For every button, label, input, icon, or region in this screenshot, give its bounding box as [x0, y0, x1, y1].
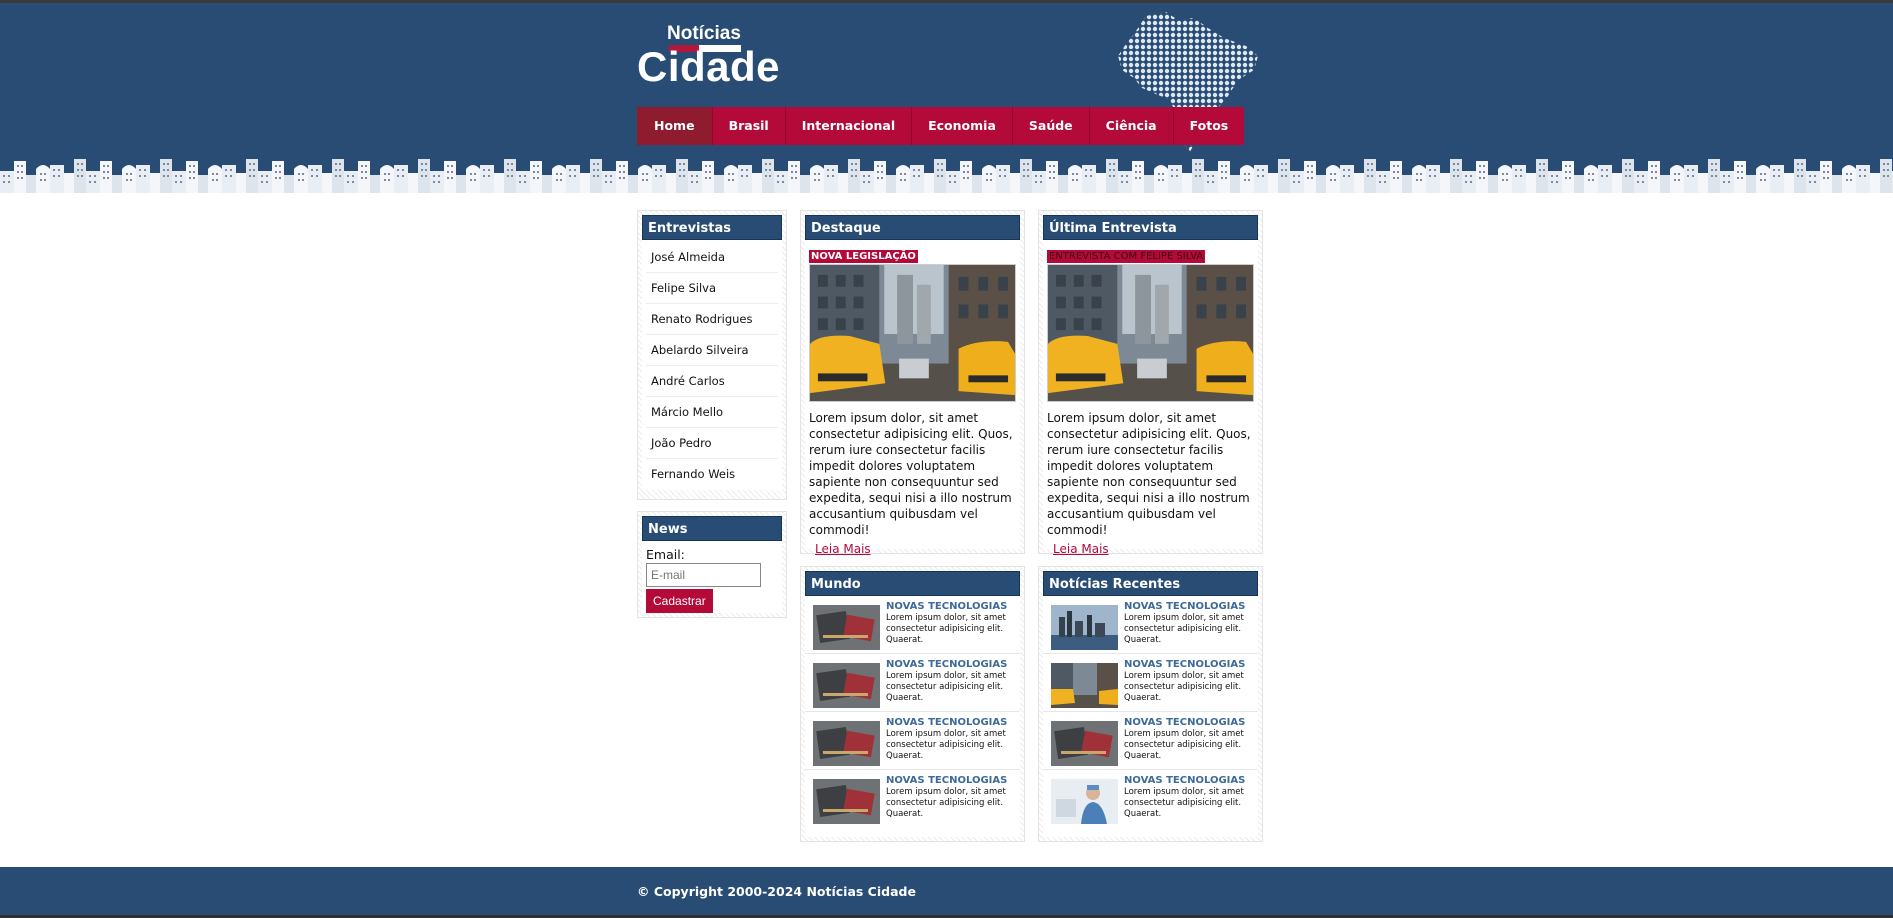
last-interview-text: Lorem ipsum dolor, sit amet consectetur …: [1047, 411, 1251, 537]
highlight-title: Destaque: [805, 215, 1020, 240]
interviews-list: José Almeida Felipe Silva Renato Rodrigu…: [642, 240, 782, 490]
city-skyline-illustration: [0, 153, 1893, 193]
last-interview-tag: ENTREVISTA COM FELIPE SILVA: [1047, 250, 1206, 263]
item-title[interactable]: NOVAS TECNOLOGIAS: [1124, 775, 1254, 786]
list-item[interactable]: Abelardo Silveira: [646, 335, 778, 366]
taxi-street-photo[interactable]: [809, 264, 1016, 402]
interviews-title: Entrevistas: [642, 215, 782, 240]
list-item[interactable]: Márcio Mello: [646, 397, 778, 428]
item-desc: Lorem ipsum dolor, sit amet consectetur …: [1124, 787, 1244, 819]
world-box: Mundo NOVAS TECNOLOGIAS Lorem ipsum dolo…: [800, 566, 1025, 842]
site-logo[interactable]: Notícias Cidade: [637, 23, 780, 93]
desk-photo-thumbnail: [813, 663, 880, 708]
copyright-text: © Copyright 2000-2024 Notícias Cidade: [637, 884, 916, 899]
last-interview-title: Última Entrevista: [1043, 215, 1258, 240]
email-label: Email:: [646, 547, 685, 562]
logo-top-text: Notícias: [667, 23, 741, 44]
item-title[interactable]: NOVAS TECNOLOGIAS: [886, 717, 1016, 728]
doctor-photo-thumbnail: [1051, 779, 1118, 824]
list-item[interactable]: Fernando Weis: [646, 459, 778, 490]
item-desc: Lorem ipsum dolor, sit amet consectetur …: [1124, 613, 1244, 645]
highlight-box: Destaque NOVA LEGISLAÇÃO Lorem ipsum dol…: [800, 210, 1025, 556]
city-skyline-thumbnail: [1051, 605, 1118, 650]
interviews-box: Entrevistas José Almeida Felipe Silva Re…: [637, 210, 787, 500]
item-desc: Lorem ipsum dolor, sit amet consectetur …: [1124, 729, 1244, 761]
recent-news-title: Notícias Recentes: [1043, 571, 1258, 596]
main-nav: Home Brasil Internacional Economia Saúde…: [637, 107, 1245, 145]
list-item[interactable]: NOVAS TECNOLOGIAS Lorem ipsum dolor, sit…: [1043, 596, 1258, 654]
item-title[interactable]: NOVAS TECNOLOGIAS: [886, 775, 1016, 786]
logo-main-text: Cidade: [637, 43, 781, 90]
desk-photo-thumbnail: [813, 779, 880, 824]
item-desc: Lorem ipsum dolor, sit amet consectetur …: [886, 787, 1006, 819]
highlight-read-more-link[interactable]: Leia Mais: [815, 542, 871, 556]
newsletter-box: News Email: Cadastrar: [637, 511, 787, 618]
item-desc: Lorem ipsum dolor, sit amet consectetur …: [886, 671, 1006, 703]
last-interview-read-more-link[interactable]: Leia Mais: [1053, 542, 1109, 556]
list-item[interactable]: NOVAS TECNOLOGIAS Lorem ipsum dolor, sit…: [1043, 654, 1258, 712]
nav-economia[interactable]: Economia: [912, 107, 1013, 145]
highlight-tag: NOVA LEGISLAÇÃO: [809, 250, 918, 263]
newsletter-title: News: [642, 516, 782, 541]
world-title: Mundo: [805, 571, 1020, 596]
last-interview-box: Última Entrevista ENTREVISTA COM FELIPE …: [1038, 210, 1263, 556]
desk-photo-thumbnail: [813, 721, 880, 766]
list-item[interactable]: João Pedro: [646, 428, 778, 459]
nav-brasil[interactable]: Brasil: [713, 107, 786, 145]
nav-internacional[interactable]: Internacional: [786, 107, 913, 145]
list-item[interactable]: NOVAS TECNOLOGIAS Lorem ipsum dolor, sit…: [805, 596, 1020, 654]
email-input[interactable]: [646, 563, 761, 587]
taxi-street-photo[interactable]: [1047, 264, 1254, 402]
site-footer: © Copyright 2000-2024 Notícias Cidade: [0, 867, 1893, 918]
list-item[interactable]: NOVAS TECNOLOGIAS Lorem ipsum dolor, sit…: [1043, 770, 1258, 828]
item-title[interactable]: NOVAS TECNOLOGIAS: [886, 601, 1016, 612]
desk-photo-thumbnail: [1051, 721, 1118, 766]
list-item[interactable]: NOVAS TECNOLOGIAS Lorem ipsum dolor, sit…: [805, 712, 1020, 770]
item-title[interactable]: NOVAS TECNOLOGIAS: [886, 659, 1016, 670]
item-title[interactable]: NOVAS TECNOLOGIAS: [1124, 601, 1254, 612]
recent-news-box: Notícias Recentes NOVAS TECNOLOGIAS Lore…: [1038, 566, 1263, 842]
nav-saude[interactable]: Saúde: [1013, 107, 1090, 145]
item-desc: Lorem ipsum dolor, sit amet consectetur …: [1124, 671, 1244, 703]
list-item[interactable]: José Almeida: [646, 242, 778, 273]
newsletter-form: Email: Cadastrar: [642, 541, 782, 619]
list-item[interactable]: André Carlos: [646, 366, 778, 397]
list-item[interactable]: NOVAS TECNOLOGIAS Lorem ipsum dolor, sit…: [805, 770, 1020, 828]
taxi-street-thumbnail: [1051, 663, 1118, 708]
list-item[interactable]: Renato Rodrigues: [646, 304, 778, 335]
item-title[interactable]: NOVAS TECNOLOGIAS: [1124, 659, 1254, 670]
list-item[interactable]: Felipe Silva: [646, 273, 778, 304]
list-item[interactable]: NOVAS TECNOLOGIAS Lorem ipsum dolor, sit…: [805, 654, 1020, 712]
nav-fotos[interactable]: Fotos: [1174, 107, 1245, 145]
list-item[interactable]: NOVAS TECNOLOGIAS Lorem ipsum dolor, sit…: [1043, 712, 1258, 770]
item-title[interactable]: NOVAS TECNOLOGIAS: [1124, 717, 1254, 728]
item-desc: Lorem ipsum dolor, sit amet consectetur …: [886, 729, 1006, 761]
nav-home[interactable]: Home: [637, 107, 713, 145]
highlight-text: Lorem ipsum dolor, sit amet consectetur …: [809, 411, 1013, 537]
cadastrar-button[interactable]: Cadastrar: [646, 589, 713, 613]
desk-photo-thumbnail: [813, 605, 880, 650]
nav-ciencia[interactable]: Ciência: [1090, 107, 1174, 145]
item-desc: Lorem ipsum dolor, sit amet consectetur …: [886, 613, 1006, 645]
